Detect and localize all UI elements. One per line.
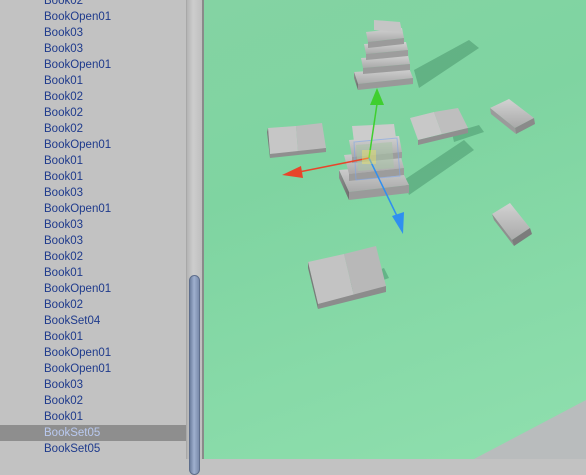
hierarchy-item[interactable]: Book02 (0, 249, 186, 265)
hierarchy-item[interactable]: BookOpen01 (0, 9, 186, 25)
hierarchy-item[interactable]: BookOpen01 (0, 361, 186, 377)
hierarchy-item[interactable]: BookOpen01 (0, 281, 186, 297)
hierarchy-item[interactable]: BookSet05 (0, 441, 186, 457)
hierarchy-scrollbar[interactable] (186, 0, 203, 475)
floor-edge (474, 400, 586, 459)
hierarchy-item[interactable]: Book03 (0, 377, 186, 393)
hierarchy-item[interactable]: Book02 (0, 393, 186, 409)
hierarchy-item[interactable]: BookOpen01 (0, 201, 186, 217)
closed-book-right[interactable] (492, 203, 532, 246)
gizmo-y-handle[interactable] (370, 88, 384, 105)
hierarchy-item[interactable]: Book03 (0, 217, 186, 233)
hierarchy-item[interactable]: Book02 (0, 297, 186, 313)
hierarchy-item[interactable]: Book01 (0, 329, 186, 345)
hierarchy-item[interactable]: Book02 (0, 121, 186, 137)
hierarchy-list: Book02 BookOpen01 Book03 Book03 BookOpen01 Bo… (0, 0, 186, 457)
hierarchy-item[interactable]: BookSet05 (0, 425, 186, 441)
hierarchy-item[interactable]: Book01 (0, 265, 186, 281)
hierarchy-item[interactable]: BookOpen01 (0, 137, 186, 153)
hierarchy-item[interactable]: Book02 (0, 0, 186, 9)
gizmo-center[interactable] (362, 150, 376, 164)
open-book-bottom[interactable] (308, 246, 386, 309)
hierarchy-item[interactable]: BookOpen01 (0, 57, 186, 73)
hierarchy-item[interactable]: Book01 (0, 153, 186, 169)
hierarchy-item[interactable]: Book03 (0, 41, 186, 57)
hierarchy-item[interactable]: Book01 (0, 409, 186, 425)
gizmo-x-handle[interactable] (282, 166, 303, 178)
scrollbar-thumb[interactable] (189, 275, 200, 475)
hierarchy-item[interactable]: Book03 (0, 185, 186, 201)
hierarchy-item[interactable]: Book03 (0, 25, 186, 41)
hierarchy-item[interactable]: Book01 (0, 73, 186, 89)
hierarchy-panel: Book02 BookOpen01 Book03 Book03 BookOpen01 Bo… (0, 0, 186, 459)
hierarchy-item[interactable]: BookSet04 (0, 313, 186, 329)
hierarchy-item[interactable]: Book01 (0, 169, 186, 185)
scene-canvas[interactable] (204, 0, 586, 459)
book-stack-top[interactable] (354, 20, 413, 90)
gizmo-z-handle[interactable] (392, 212, 404, 234)
scene-view[interactable] (204, 0, 586, 459)
open-book-left[interactable] (267, 123, 326, 158)
hierarchy-item[interactable]: Book03 (0, 233, 186, 249)
closed-book-top-right[interactable] (490, 99, 535, 134)
hierarchy-item[interactable]: BookOpen01 (0, 345, 186, 361)
hierarchy-item[interactable]: Book02 (0, 89, 186, 105)
hierarchy-item[interactable]: Book02 (0, 105, 186, 121)
